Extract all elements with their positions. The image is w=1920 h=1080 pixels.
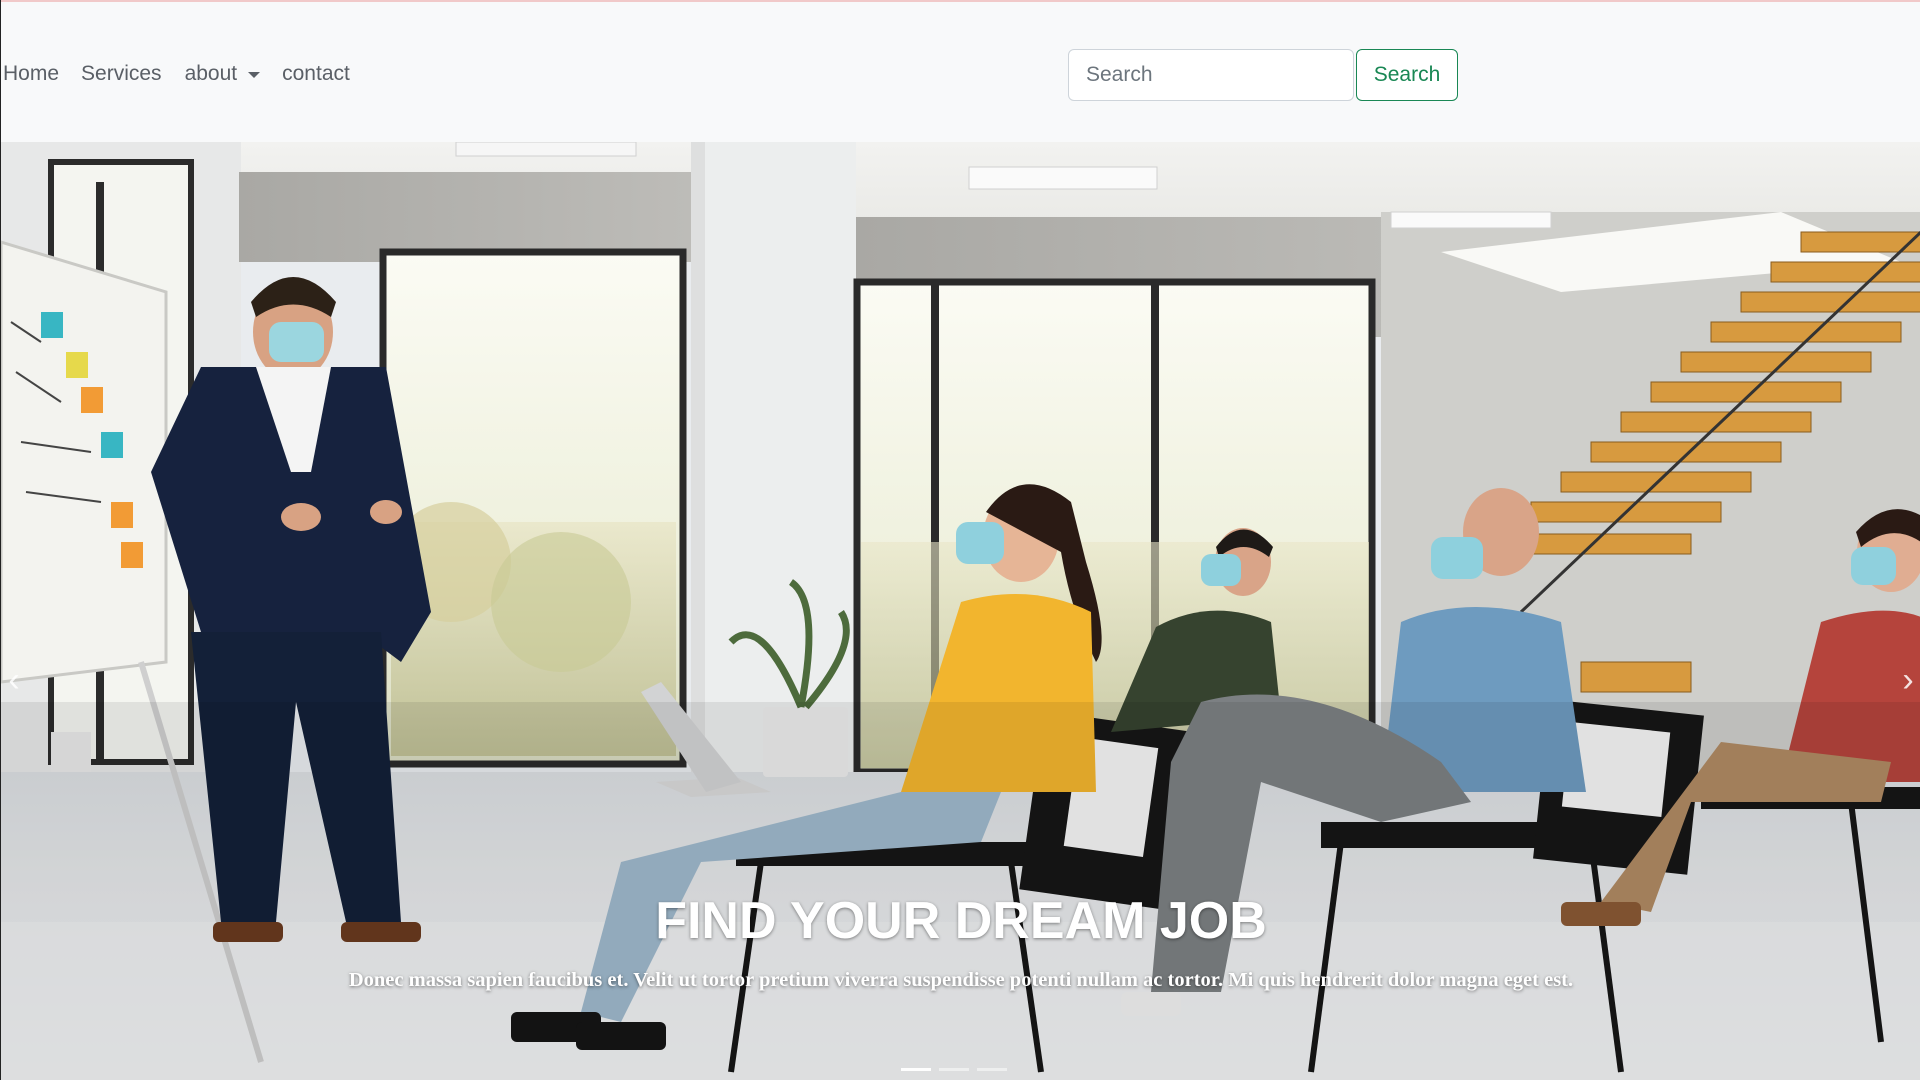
hero-caption: FIND YOUR DREAM JOB Donec massa sapien f… <box>181 890 1741 997</box>
search-form: Search <box>1068 49 1458 101</box>
carousel-indicator[interactable] <box>939 1068 969 1071</box>
navbar: Home Services about contact Search <box>1 2 1920 142</box>
hero-title: FIND YOUR DREAM JOB <box>655 892 1267 950</box>
hero-text: Donec massa sapien faucibus et. Velit ut… <box>348 969 1574 991</box>
nav-dropdown-about[interactable]: about <box>185 62 261 86</box>
caret-down-icon <box>248 72 261 78</box>
carousel-indicators <box>901 1068 1007 1071</box>
carousel-indicator[interactable] <box>901 1068 931 1071</box>
carousel-next-button[interactable]: › <box>1895 652 1920 708</box>
browser-viewport: Home Services about contact Search Searc… <box>0 0 1920 1080</box>
nav-links: Home Services about contact <box>1 62 350 86</box>
nav-link-services[interactable]: Services <box>81 62 162 86</box>
search-input[interactable] <box>1068 49 1354 101</box>
nav-link-about[interactable]: about <box>185 62 238 86</box>
hero-carousel: ‹ › FIND YOUR DREAM JOB Donec massa sapi… <box>1 142 1920 1080</box>
carousel-prev-button[interactable]: ‹ <box>1 652 27 708</box>
carousel-indicator[interactable] <box>977 1068 1007 1071</box>
search-button[interactable]: Search <box>1356 49 1458 101</box>
nav-link-home[interactable]: Home <box>3 62 59 86</box>
nav-link-contact[interactable]: contact <box>282 62 350 86</box>
